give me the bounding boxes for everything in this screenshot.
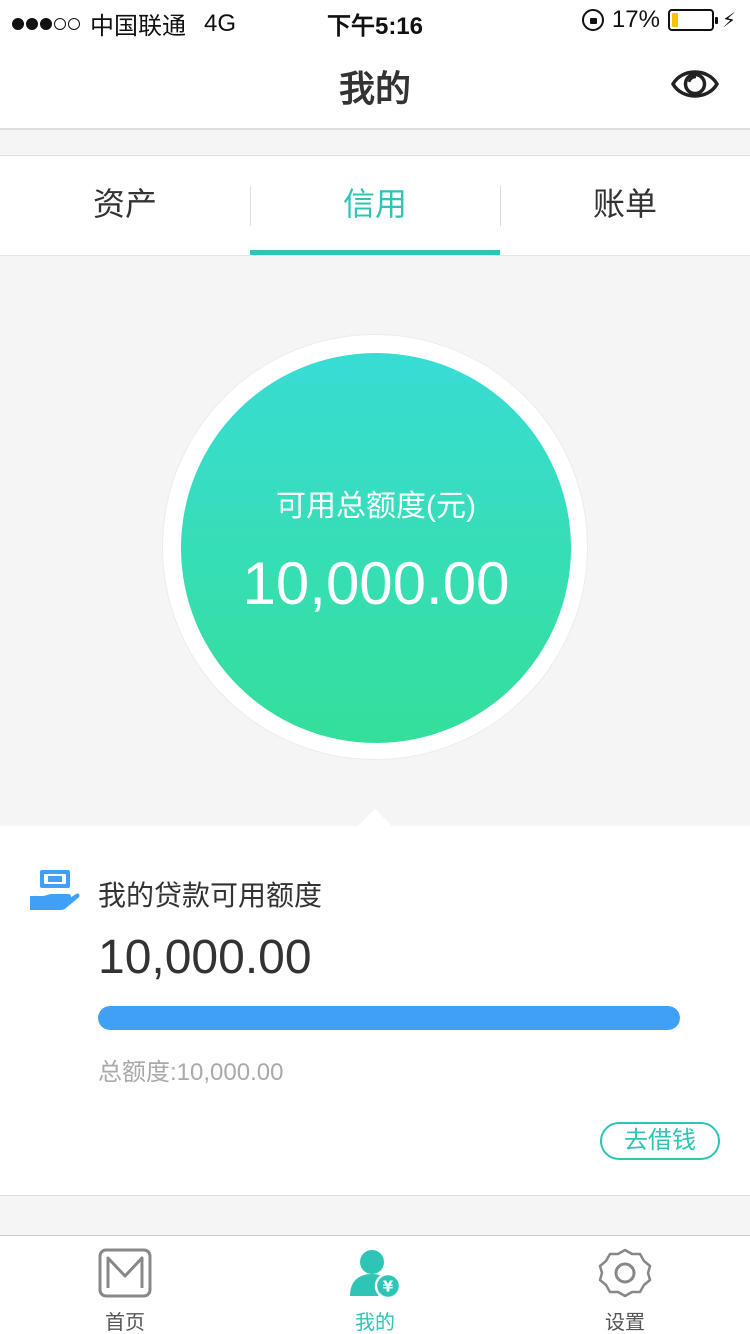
credit-circle: 可用总额度(元) 10,000.00 <box>181 353 571 743</box>
tabbar-item-settings[interactable]: 设置 <box>500 1236 750 1334</box>
tabbar-label-settings: 设置 <box>605 1312 645 1334</box>
tabbar-label-home: 首页 <box>105 1312 145 1334</box>
segment-tabs: 资产 信用 账单 <box>0 156 750 256</box>
status-bar: 中国联通 4G 下午5:16 17% ⚡ <box>0 0 750 40</box>
section-gap <box>0 130 750 156</box>
loan-progress-bar <box>98 1006 680 1030</box>
tabbar-label-mine: 我的 <box>355 1312 395 1334</box>
rotation-lock-icon <box>581 9 604 31</box>
battery-fill <box>671 13 679 27</box>
battery-icon <box>667 9 718 31</box>
page-title: 我的 <box>338 68 411 109</box>
loan-card-title: 我的贷款可用额度 <box>98 880 323 911</box>
loan-available-amount: 10,000.00 <box>98 931 312 984</box>
tabbar-item-home[interactable]: 首页 <box>0 1236 250 1334</box>
credit-ring: 可用总额度(元) 10,000.00 <box>162 334 588 760</box>
loan-card: 我的贷款可用额度 10,000.00 总额度:10,000.00 去借钱 <box>0 809 750 1196</box>
loan-progress-fill <box>98 1006 680 1030</box>
tab-credit[interactable]: 信用 <box>250 156 500 255</box>
tab-assets[interactable]: 资产 <box>0 156 250 255</box>
available-credit-label: 可用总额度(元) <box>276 490 476 523</box>
eye-icon[interactable] <box>670 62 720 106</box>
user-yuan-icon: ¥ <box>350 1250 402 1298</box>
battery-percent: 17% <box>611 6 660 33</box>
nav-bar: 我的 <box>0 40 750 130</box>
status-right: 17% ⚡ <box>581 6 736 34</box>
available-credit-amount: 10,000.00 <box>242 550 510 617</box>
tab-bills[interactable]: 账单 <box>500 156 750 255</box>
settings-gear-icon <box>598 1248 652 1298</box>
borrow-button[interactable]: 去借钱 <box>600 1122 720 1160</box>
tabbar-item-mine[interactable]: ¥ 我的 <box>250 1236 500 1334</box>
home-m-icon <box>98 1248 152 1298</box>
credit-hero: 可用总额度(元) 10,000.00 <box>0 256 750 826</box>
charging-icon: ⚡ <box>721 9 736 32</box>
loan-hand-icon <box>30 870 80 910</box>
loan-total-credit: 总额度:10,000.00 <box>98 1059 284 1086</box>
bottom-tab-bar: 首页 ¥ 我的 设置 <box>0 1235 750 1334</box>
svg-text:¥: ¥ <box>383 1278 394 1296</box>
